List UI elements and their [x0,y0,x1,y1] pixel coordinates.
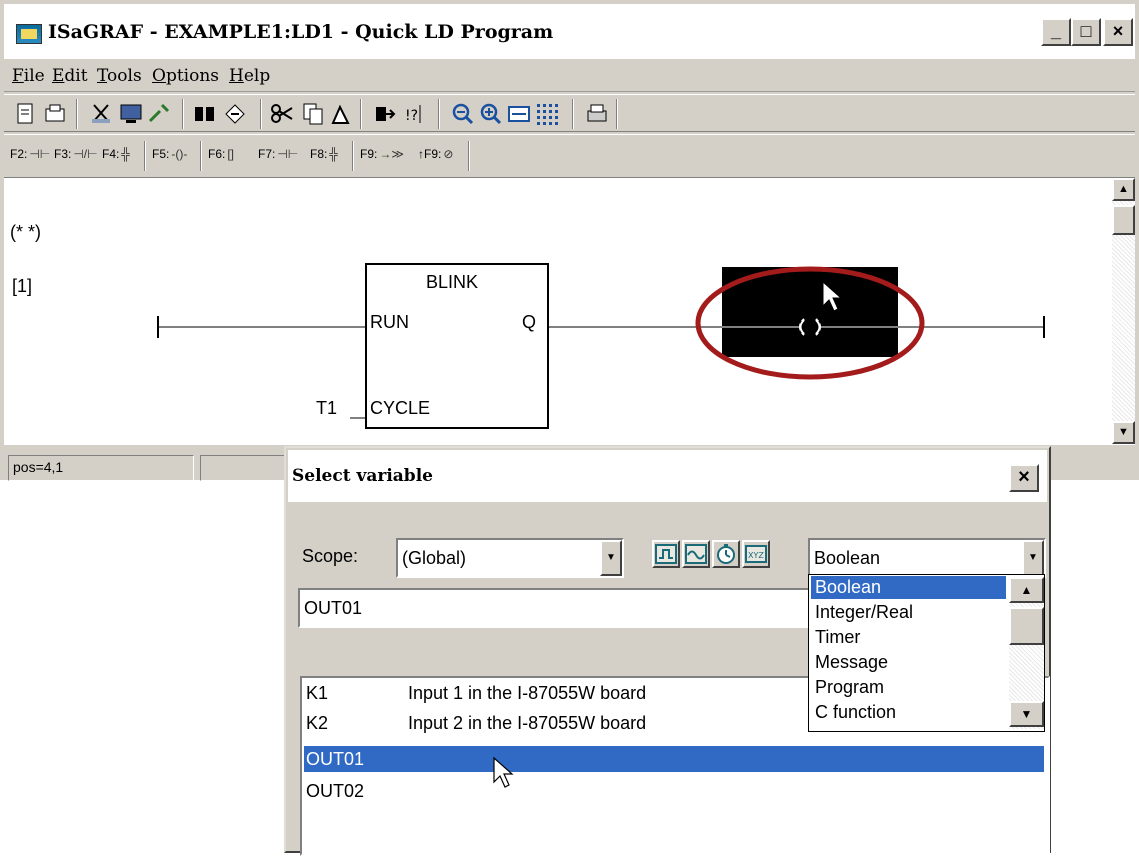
title-bar: ISaGRAF - EXAMPLE1:LD1 - Quick LD Progra… [4,4,1135,60]
boolean-type-icon [655,544,677,564]
dropdown-scroll-down-button[interactable]: ▼ [1009,701,1044,727]
close-button[interactable]: × [1103,18,1133,46]
timer-type-icon [717,544,735,564]
dialog-close-button[interactable]: × [1009,464,1039,492]
menu-file[interactable]: File [12,66,45,86]
type-option-program[interactable]: Program [811,676,1006,699]
pin-q-label: Q [522,312,537,332]
menu-tools[interactable]: Tools [97,66,142,86]
f6-block-button[interactable]: F6:[] [208,147,234,161]
scissors-icon[interactable] [270,101,296,127]
f3-negated-contact-button[interactable]: F3: ⊣/⊢ [54,147,98,161]
f2-contact-button[interactable]: F2: ⊣⊢ [10,147,50,161]
window-title: ISaGRAF - EXAMPLE1:LD1 - Quick LD Progra… [48,21,554,43]
dropdown-scroll-thumb[interactable] [1009,607,1044,645]
scope-combobox[interactable]: (Global) ▼ [396,538,624,578]
main-window: ISaGRAF - EXAMPLE1:LD1 - Quick LD Progra… [0,0,1139,481]
menu-help[interactable]: Help [229,66,270,86]
dropdown-scroll-up-button[interactable]: ▲ [1009,577,1044,603]
main-toolbar: !? [4,94,1135,132]
scope-value: (Global) [402,548,467,568]
f9-jump-button[interactable]: F9: →≫ [360,147,404,161]
ladder-rung-diagram [157,263,1045,429]
print-preview-icon[interactable] [42,101,68,127]
pin-cycle-label: CYCLE [370,398,431,418]
type-dropdown-list[interactable]: Boolean Integer/Real Timer Message Progr… [808,574,1045,732]
compile-icon[interactable] [192,101,218,127]
list-item-selected[interactable]: OUT01 [304,746,1044,772]
f7-button[interactable]: F7: ⊣⊢ [258,147,298,161]
type-value: Boolean [814,548,881,568]
type-option-message[interactable]: Message [811,651,1006,674]
f4-parallel-contact-button[interactable]: F4: ╬ [102,147,130,161]
list-item[interactable]: OUT02 [304,778,1044,804]
help-context-icon[interactable]: !? [402,101,428,127]
isagraf-app-icon [16,24,42,44]
tools-icon[interactable] [146,101,172,127]
type-option-integer-real[interactable]: Integer/Real [811,601,1006,624]
scroll-thumb[interactable] [1112,205,1135,235]
new-document-icon[interactable] [12,101,38,127]
maximize-button[interactable]: □ [1071,18,1101,46]
type-option-timer[interactable]: Timer [811,626,1006,649]
type-option-c-function[interactable]: C function [811,701,1006,724]
ld-editor-canvas[interactable]: (* *) [1] BLINK RUN Q CYCLE T1 [4,178,1112,444]
message-type-icon: XYZ [745,545,767,563]
mouse-pointer-icon [493,756,514,788]
ld-function-toolbar: F2: ⊣⊢ F3: ⊣/⊢ F4: ╬ F5: -()- F6:[] F7: ⊣⊢ F8… [4,134,1135,178]
filter-timer-button[interactable] [712,540,740,568]
menu-bar: File Edit Tools Options Help [4,60,1135,92]
shift-f9-return-button[interactable]: ↑F9: ⊘ [418,147,453,161]
paste-icon[interactable] [328,101,354,127]
f8-button[interactable]: F8: ╬ [310,147,338,161]
dialog-title: Select variable [292,466,433,486]
menu-options[interactable]: Options [152,66,219,86]
menu-edit[interactable]: Edit [52,66,88,86]
insert-icon[interactable] [372,101,398,127]
filter-boolean-button[interactable] [652,540,680,568]
analog-type-icon [685,544,707,564]
scroll-down-button[interactable]: ▼ [1112,421,1135,444]
printer-icon[interactable] [584,101,610,127]
status-position: pos=4,1 [8,455,194,481]
variable-name-input[interactable]: OUT01 [298,588,824,628]
type-option-boolean[interactable]: Boolean [811,576,1006,599]
monitor-icon[interactable] [118,101,144,127]
grid-icon[interactable] [534,101,560,127]
selected-coil-cell [722,267,898,357]
minimize-button[interactable]: _ [1041,18,1071,46]
cycle-variable-label: T1 [316,398,338,418]
scope-label: Scope: [302,546,359,566]
dropdown-scrollbar[interactable]: ▲ ▼ [1009,577,1044,729]
type-dropdown-arrow[interactable]: ▼ [1022,540,1044,576]
fit-width-icon[interactable] [506,101,532,127]
copy-icon[interactable] [300,101,326,127]
variable-name-value: OUT01 [304,598,363,618]
type-combobox[interactable]: Boolean ▼ [808,538,1046,578]
svg-text:XYZ: XYZ [748,551,764,560]
dialog-title-bar: Select variable × [288,450,1047,502]
svg-text:!?: !? [405,108,418,124]
cut-ladder-icon[interactable] [88,101,114,127]
f5-coil-button[interactable]: F5: -()- [152,147,187,161]
zoom-out-icon[interactable] [450,101,476,127]
editor-vertical-scrollbar[interactable]: ▲ ▼ [1112,178,1135,444]
scroll-up-button[interactable]: ▲ [1112,178,1135,201]
filter-analog-button[interactable] [682,540,710,568]
scope-dropdown-arrow[interactable]: ▼ [600,540,622,576]
block-name: BLINK [426,272,479,292]
filter-message-button[interactable]: XYZ [742,540,770,568]
zoom-in-icon[interactable] [478,101,504,127]
run-icon[interactable] [222,101,248,127]
pin-run-label: RUN [370,312,409,332]
status-cell-empty [200,455,286,481]
